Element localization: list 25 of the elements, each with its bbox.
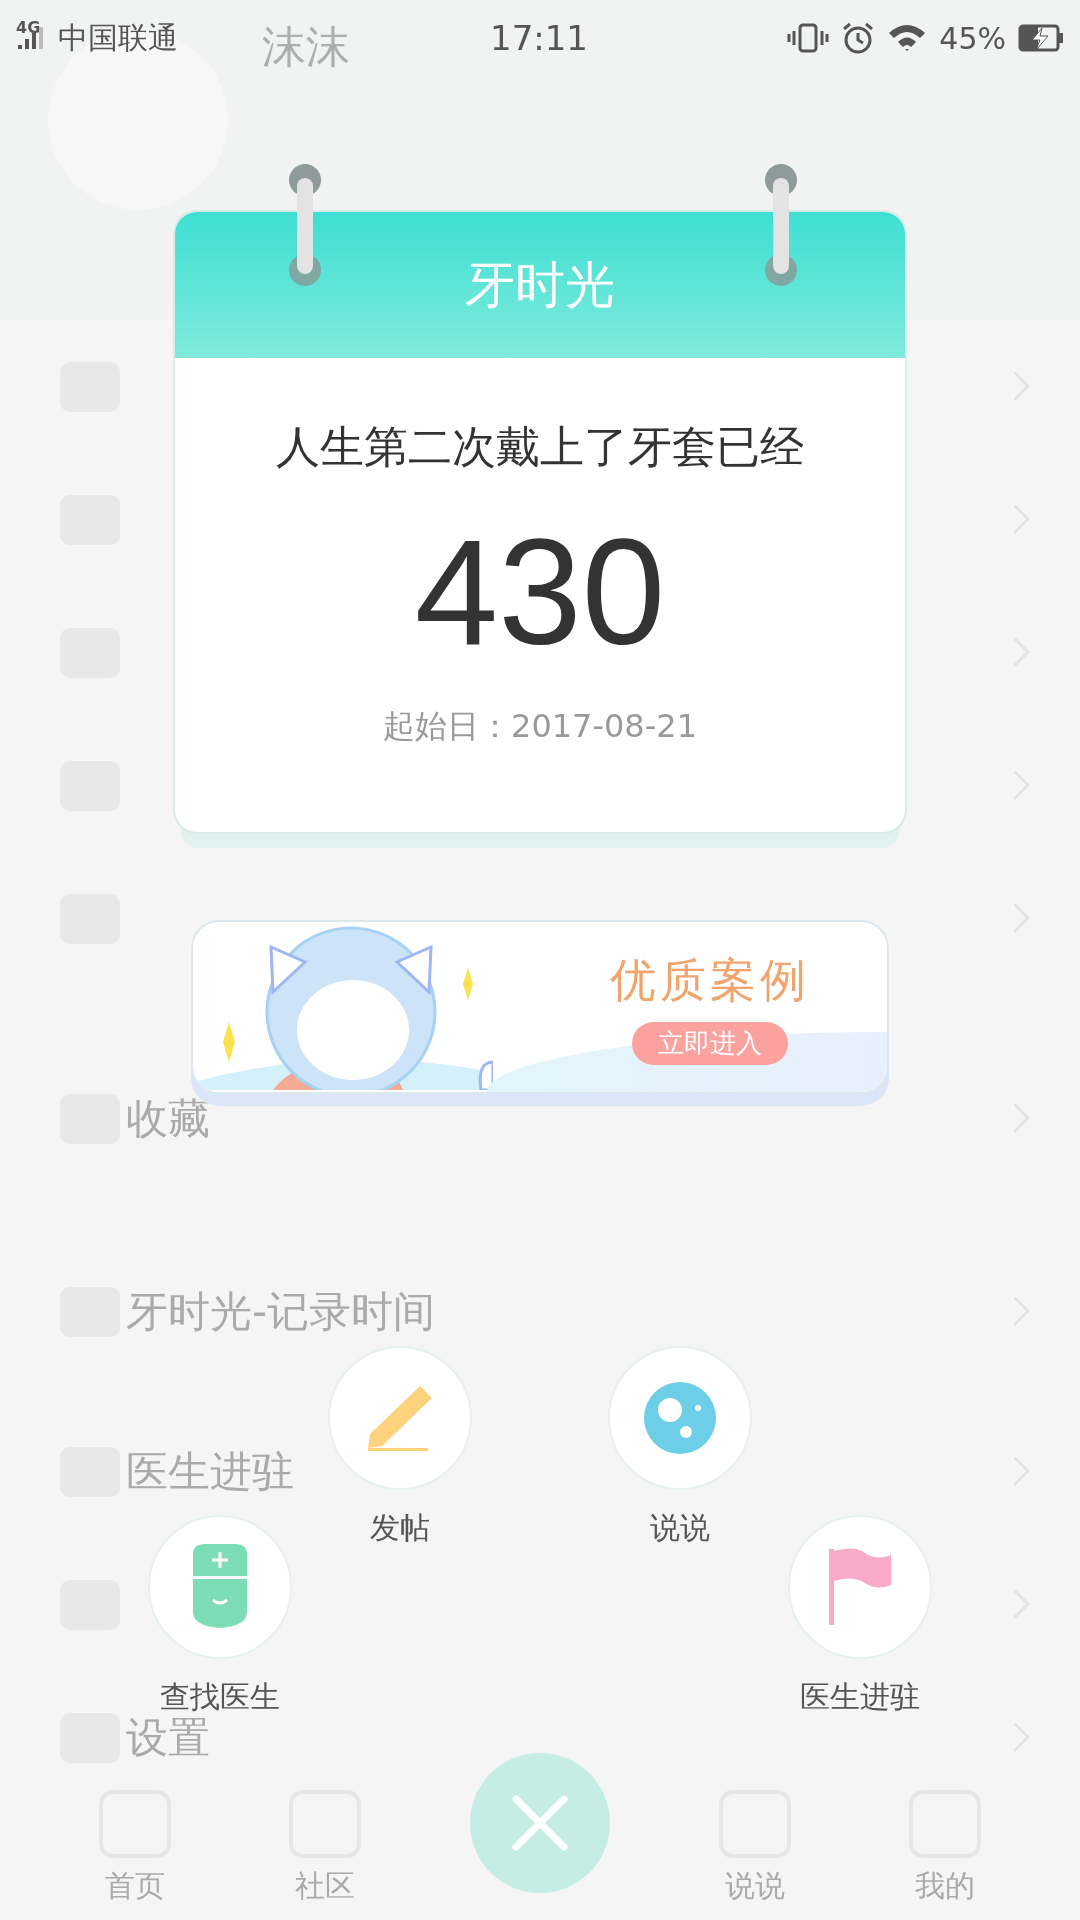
nav-tab[interactable]: 我的 xyxy=(915,1866,975,1907)
caption-text: 人生第二次戴上了牙套已经 xyxy=(276,420,804,474)
day-count: 430 xyxy=(414,517,666,667)
start-date: 起始日：2017-08-21 xyxy=(383,706,697,747)
wifi-icon xyxy=(887,23,928,53)
enter-button[interactable]: 立即进入 xyxy=(632,1021,788,1065)
vibrate-icon xyxy=(787,23,830,53)
menu-item[interactable]: 医生进驻 xyxy=(126,1443,294,1500)
battery-percent: 45% xyxy=(939,20,1006,56)
nav-tab[interactable]: 首页 xyxy=(105,1866,165,1907)
calendar-title: 牙时光 xyxy=(465,254,615,316)
nav-tab[interactable]: 社区 xyxy=(295,1866,355,1907)
action-label: 医生进驻 xyxy=(800,1678,920,1716)
banner-title: 优质案例 xyxy=(610,951,810,1009)
user-name: 沫沫 xyxy=(262,20,350,74)
action-label: 说说 xyxy=(650,1509,710,1547)
battery-charging-icon xyxy=(1018,24,1064,52)
action-label: 发帖 xyxy=(370,1509,430,1547)
carrier-name: 中国联通 xyxy=(58,18,179,57)
clock-time: 17:11 xyxy=(490,18,588,58)
alarm-icon xyxy=(841,22,876,54)
nav-tab[interactable]: 说说 xyxy=(725,1866,785,1907)
action-label: 查找医生 xyxy=(160,1678,280,1716)
network-type: 4G xyxy=(16,18,41,37)
menu-item[interactable]: 牙时光-记录时间 xyxy=(126,1283,436,1340)
